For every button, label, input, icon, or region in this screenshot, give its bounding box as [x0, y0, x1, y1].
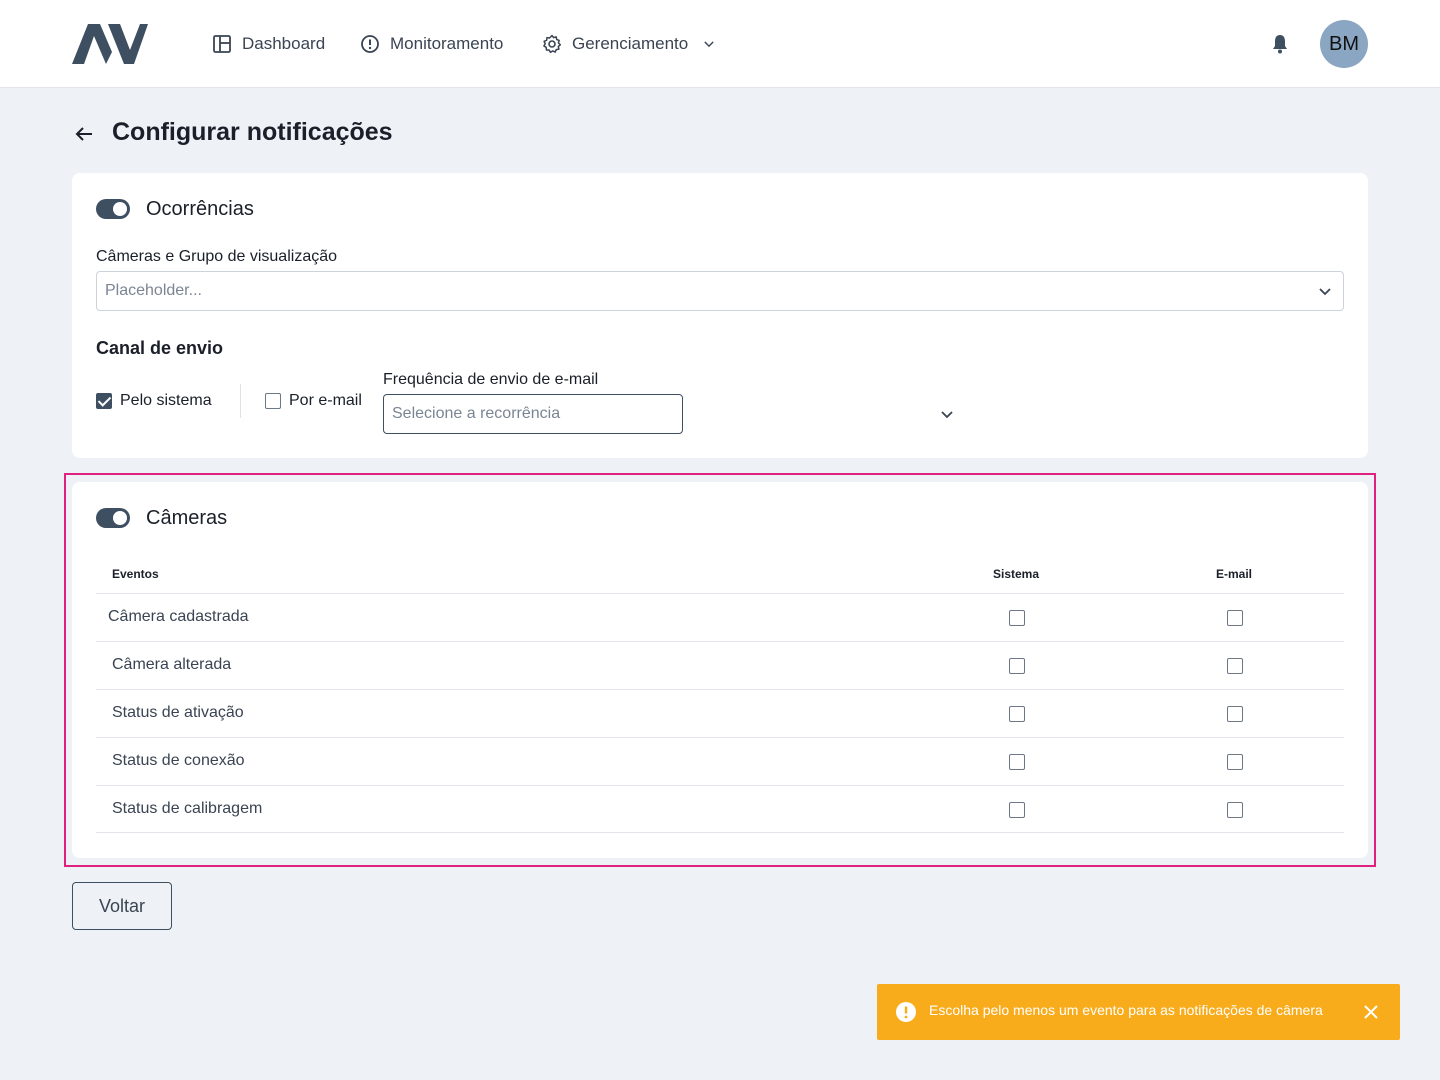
email-checkbox[interactable]	[1227, 754, 1243, 770]
frequency-select[interactable]: Selecione a recorrência	[383, 394, 683, 434]
gear-icon	[543, 34, 562, 54]
occurrences-toggle[interactable]	[96, 199, 130, 219]
email-checkbox[interactable]	[1227, 706, 1243, 722]
cameras-card: Câmeras Eventos Sistema E-mail Câmera ca…	[72, 482, 1368, 858]
toast-message: Escolha pelo menos um evento para as not…	[929, 1002, 1323, 1018]
av-logo[interactable]	[72, 24, 148, 64]
cameras-group-select[interactable]: Placeholder...	[96, 271, 1344, 311]
alert-circle-icon	[361, 35, 379, 53]
occurrences-card: Ocorrências Câmeras e Grupo de visualiza…	[72, 173, 1368, 458]
nav-item-monitoramento[interactable]: Monitoramento	[360, 32, 503, 56]
email-checkbox[interactable]	[1227, 658, 1243, 674]
back-arrow-icon[interactable]	[72, 122, 96, 146]
email-checkbox[interactable]	[1227, 610, 1243, 626]
nav-item-dashboard[interactable]: Dashboard	[212, 32, 325, 56]
system-checkbox[interactable]	[1009, 754, 1025, 770]
top-navbar: Dashboard Monitoramento Gerenciamento BM	[0, 0, 1440, 88]
cameras-group-label: Câmeras e Grupo de visualização	[96, 248, 338, 265]
column-header-events: Eventos	[112, 567, 159, 581]
system-checkbox[interactable]	[1009, 658, 1025, 674]
email-checkbox[interactable]	[1227, 802, 1243, 818]
system-checkbox[interactable]	[1009, 802, 1025, 818]
channel-system-label: Pelo sistema	[120, 392, 212, 409]
event-label: Câmera cadastrada	[108, 608, 249, 625]
table-row: Status de ativação	[96, 689, 1344, 737]
column-header-email: E-mail	[1216, 567, 1253, 581]
table-row: Câmera alterada	[96, 641, 1344, 689]
chevron-down-icon	[704, 41, 714, 48]
nav-label-dashboard: Dashboard	[242, 34, 326, 53]
alert-circle-icon	[896, 1002, 916, 1022]
table-row: Câmera cadastrada	[96, 593, 1344, 641]
cameras-group-placeholder: Placeholder...	[105, 282, 202, 299]
cameras-title: Câmeras	[146, 507, 228, 529]
system-checkbox[interactable]	[1009, 610, 1025, 626]
system-checkbox[interactable]	[1009, 706, 1025, 722]
close-icon[interactable]	[1363, 1004, 1379, 1020]
layout-icon	[213, 35, 231, 53]
event-label: Status de conexão	[112, 752, 245, 769]
event-label: Status de calibragem	[112, 800, 263, 817]
cameras-toggle[interactable]	[96, 508, 130, 528]
table-row: Status de calibragem	[96, 785, 1344, 833]
channel-title: Canal de envio	[96, 338, 224, 358]
back-button[interactable]: Voltar	[72, 882, 172, 930]
frequency-label: Frequência de envio de e-mail	[383, 371, 599, 388]
bell-icon[interactable]	[1268, 32, 1292, 56]
column-header-system: Sistema	[993, 567, 1040, 581]
event-label: Status de ativação	[112, 704, 244, 721]
warning-toast: Escolha pelo menos um evento para as not…	[877, 984, 1400, 1040]
channel-email-checkbox[interactable]	[265, 393, 281, 409]
user-avatar[interactable]: BM	[1320, 20, 1368, 68]
nav-label-monitoramento: Monitoramento	[390, 34, 504, 53]
event-label: Câmera alterada	[112, 656, 232, 673]
table-row: Status de conexão	[96, 737, 1344, 785]
nav-item-gerenciamento[interactable]: Gerenciamento	[542, 32, 716, 56]
channel-email-label: Por e-mail	[289, 392, 362, 409]
avatar-initials: BM	[1329, 32, 1359, 55]
channel-divider	[240, 384, 241, 418]
page-title: Configurar notificações	[112, 118, 393, 146]
nav-label-gerenciamento: Gerenciamento	[572, 34, 689, 53]
channel-system-checkbox[interactable]	[96, 393, 112, 409]
occurrences-title: Ocorrências	[146, 198, 254, 220]
chevron-down-icon[interactable]	[939, 406, 955, 422]
frequency-placeholder: Selecione a recorrência	[392, 405, 561, 422]
chevron-down-icon	[1319, 288, 1331, 296]
